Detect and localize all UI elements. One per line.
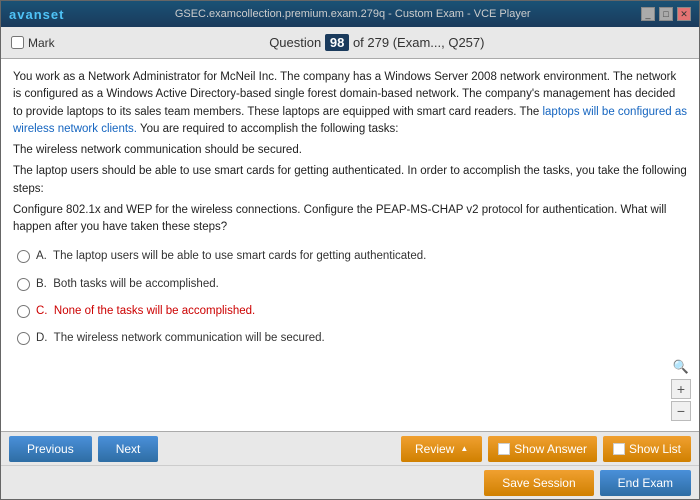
window-title: GSEC.examcollection.premium.exam.279q - … — [64, 8, 641, 20]
bottom-bar-navigation: Previous Next Review ▲ Show Answer Show … — [1, 431, 699, 465]
question-paragraph-4: Configure 802.1x and WEP for the wireles… — [13, 202, 687, 237]
app-logo: avanavansetset — [9, 7, 64, 22]
option-a-label[interactable]: A. The laptop users will be able to use … — [36, 248, 426, 265]
question-paragraph-2: The wireless network communication shoul… — [13, 142, 687, 159]
show-list-label: Show List — [629, 442, 681, 456]
zoom-controls: 🔍 + − — [671, 357, 691, 421]
zoom-in-button[interactable]: + — [671, 379, 691, 399]
zoom-out-button[interactable]: − — [671, 401, 691, 421]
review-arrow-icon: ▲ — [460, 444, 468, 453]
question-paragraph-1: You work as a Network Administrator for … — [13, 69, 687, 138]
review-button[interactable]: Review ▲ — [401, 436, 482, 462]
mark-checkbox[interactable] — [11, 36, 24, 49]
show-list-button[interactable]: Show List — [603, 436, 691, 462]
previous-button[interactable]: Previous — [9, 436, 92, 462]
radio-a[interactable] — [17, 250, 30, 263]
show-answer-label: Show Answer — [514, 442, 587, 456]
close-button[interactable]: ✕ — [677, 7, 691, 21]
title-bar-left: avanavansetset — [9, 7, 64, 22]
option-b-label[interactable]: B. Both tasks will be accomplished. — [36, 276, 219, 293]
show-answer-button[interactable]: Show Answer — [488, 436, 597, 462]
question-info: Question 98 of 279 (Exam..., Q257) — [65, 35, 689, 50]
content-area: You work as a Network Administrator for … — [1, 59, 699, 431]
save-session-button[interactable]: Save Session — [484, 470, 593, 496]
review-label: Review — [415, 442, 454, 456]
question-paragraph-3: The laptop users should be able to use s… — [13, 163, 687, 198]
next-button[interactable]: Next — [98, 436, 159, 462]
question-label: Question — [269, 35, 321, 50]
main-window: avanavansetset GSEC.examcollection.premi… — [0, 0, 700, 500]
question-number: 98 — [325, 34, 349, 51]
mark-label: Mark — [28, 36, 55, 50]
question-total: of 279 (Exam..., Q257) — [353, 35, 485, 50]
maximize-button[interactable]: □ — [659, 7, 673, 21]
option-c-label[interactable]: C. None of the tasks will be accomplishe… — [36, 303, 255, 320]
title-bar: avanavansetset GSEC.examcollection.premi… — [1, 1, 699, 27]
show-list-checkbox-icon — [613, 443, 625, 455]
radio-b[interactable] — [17, 278, 30, 291]
end-exam-button[interactable]: End Exam — [600, 470, 691, 496]
mark-container: Mark — [11, 36, 55, 50]
bottom-bar-session: Save Session End Exam — [1, 465, 699, 499]
search-icon: 🔍 — [671, 357, 691, 377]
minimize-button[interactable]: _ — [641, 7, 655, 21]
option-d: D. The wireless network communication wi… — [13, 328, 687, 349]
option-b: B. Both tasks will be accomplished. — [13, 274, 687, 295]
toolbar: Mark Question 98 of 279 (Exam..., Q257) — [1, 27, 699, 59]
question-text: You work as a Network Administrator for … — [13, 69, 687, 236]
option-d-label[interactable]: D. The wireless network communication wi… — [36, 330, 325, 347]
option-a: A. The laptop users will be able to use … — [13, 246, 687, 267]
show-answer-checkbox-icon — [498, 443, 510, 455]
window-controls: _ □ ✕ — [641, 7, 691, 21]
option-c: C. None of the tasks will be accomplishe… — [13, 301, 687, 322]
radio-c[interactable] — [17, 305, 30, 318]
radio-d[interactable] — [17, 332, 30, 345]
